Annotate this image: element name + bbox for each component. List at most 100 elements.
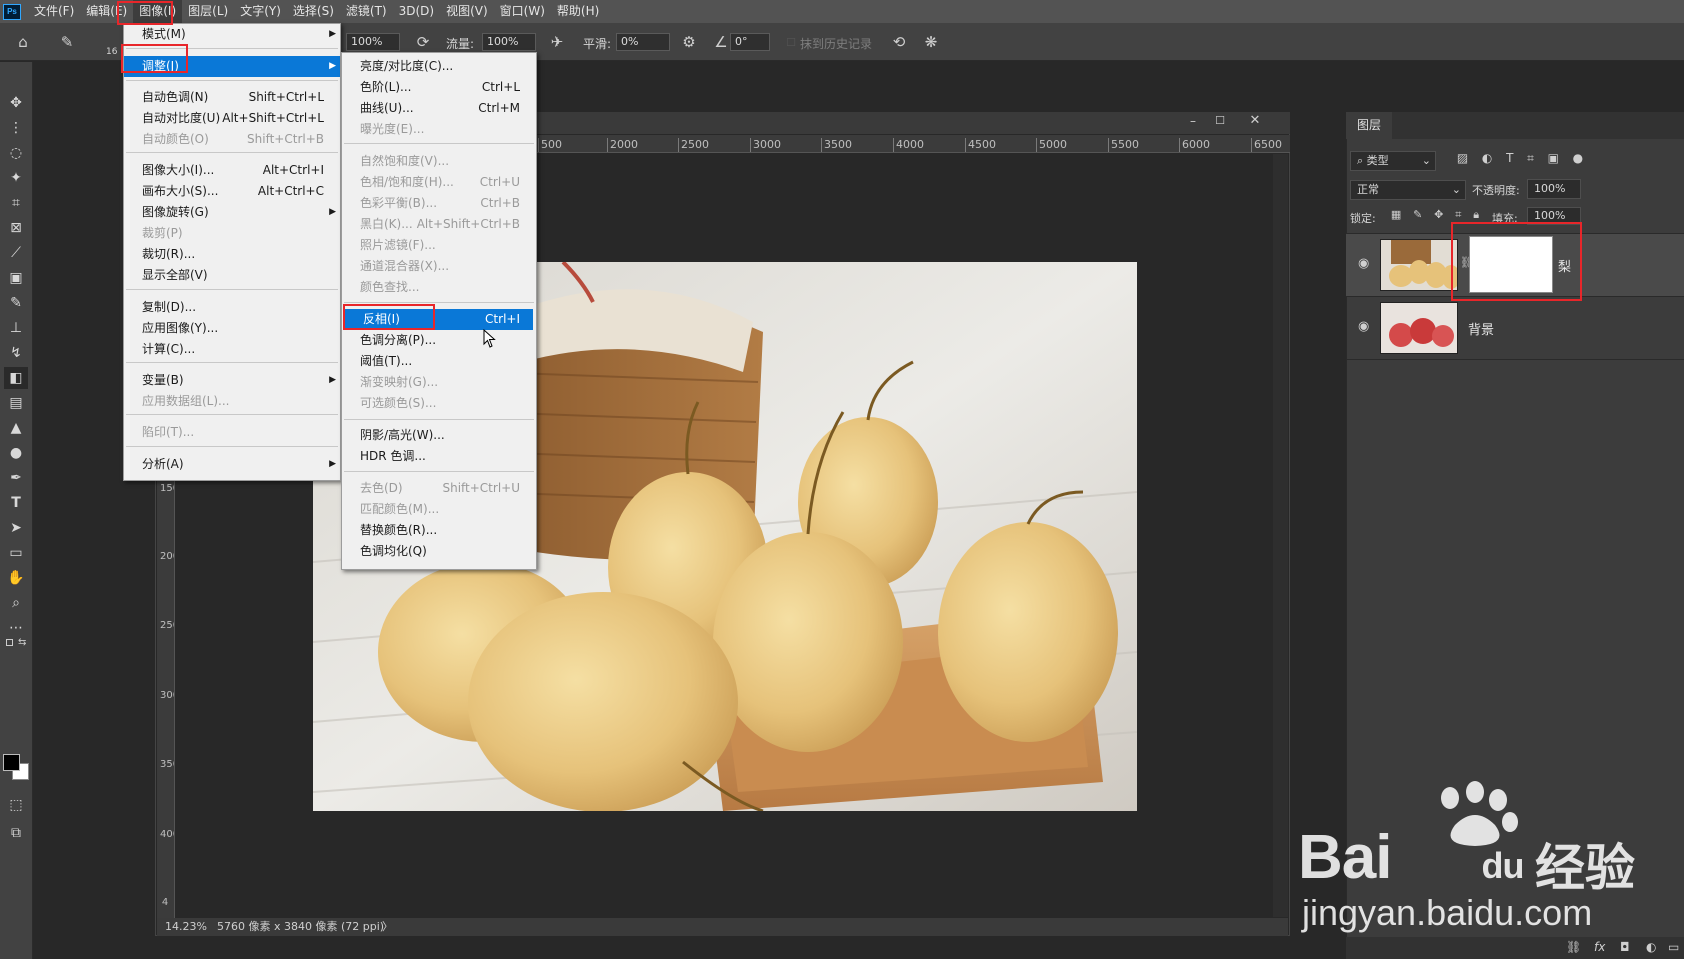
menu-item-calculations[interactable]: 计算(C)...	[124, 339, 340, 360]
crop-tool-icon[interactable]: ⌗	[4, 192, 28, 214]
hand-tool-icon[interactable]: ✋	[4, 567, 28, 589]
erase-history-checkbox[interactable]: ☐	[780, 31, 802, 53]
menu-item-channel-mixer[interactable]: 通道混合器(X)...	[342, 256, 536, 277]
move-tool-icon[interactable]: ✥	[4, 92, 28, 114]
angle-input[interactable]: 0°	[730, 33, 770, 51]
menu-item-hue-saturation[interactable]: 色相/饱和度(H)... Ctrl+U	[342, 172, 536, 193]
menu-item-trim[interactable]: 裁切(R)...	[124, 244, 340, 265]
menu-select[interactable]: 选择(S)	[287, 0, 340, 23]
foreground-color-swatch[interactable]	[3, 754, 20, 771]
menu-edit[interactable]: 编辑(E)	[80, 0, 133, 23]
healing-brush-icon[interactable]: ▣	[4, 267, 28, 289]
menu-item-curves[interactable]: 曲线(U)... Ctrl+M	[342, 98, 536, 119]
zoom-level[interactable]: 14.23%	[165, 918, 207, 936]
menu-item-equalize[interactable]: 色调均化(Q)	[342, 541, 536, 562]
layer-fill-input[interactable]: 100%	[1527, 207, 1581, 225]
menu-item-shadows-highlights[interactable]: 阴影/高光(W)...	[342, 425, 536, 446]
menu-item-image-size[interactable]: 图像大小(I)... Alt+Ctrl+I	[124, 160, 340, 181]
menu-filter[interactable]: 滤镜(T)	[340, 0, 393, 23]
link-layers-icon[interactable]: ⛓	[1566, 940, 1581, 954]
home-icon[interactable]: ⌂	[12, 31, 34, 53]
menu-item-mode[interactable]: 模式(M) ▶	[124, 24, 340, 45]
menu-3d[interactable]: 3D(D)	[393, 0, 440, 23]
swap-colors-icon[interactable]: ⇆	[18, 637, 26, 648]
zoom-tool-icon[interactable]: ⌕	[4, 592, 28, 614]
menu-help[interactable]: 帮助(H)	[551, 0, 605, 23]
adjustment-layer-icon[interactable]: ◐	[1646, 940, 1656, 954]
lock-all-icon[interactable]: 🔒︎	[1473, 208, 1479, 224]
flow-input[interactable]: 100%	[482, 33, 536, 51]
eraser-tool-icon[interactable]: ◧	[4, 367, 28, 389]
menu-item-image-rotation[interactable]: 图像旋转(G) ▶	[124, 202, 340, 223]
menu-item-vibrance[interactable]: 自然饱和度(V)...	[342, 151, 536, 172]
menu-item-crop[interactable]: 裁剪(P)	[124, 223, 340, 244]
menu-item-invert[interactable]: 反相(I) Ctrl+I	[345, 309, 533, 330]
quick-mask-icon[interactable]: ⬚	[4, 794, 28, 816]
vertical-scrollbar[interactable]	[1273, 154, 1288, 917]
menu-item-posterize[interactable]: 色调分离(P)...	[342, 330, 536, 351]
pen-tool-icon[interactable]: ✒	[4, 467, 28, 489]
menu-view[interactable]: 视图(V)	[440, 0, 494, 23]
menu-item-color-lookup[interactable]: 颜色查找...	[342, 277, 536, 298]
menu-image[interactable]: 图像(I)	[133, 0, 183, 23]
pressure-size-icon[interactable]: ⟲	[888, 31, 910, 53]
type-tool-icon[interactable]: T	[4, 492, 28, 514]
stamp-tool-icon[interactable]: ⊥	[4, 317, 28, 339]
lock-pixels-icon[interactable]: ✎	[1413, 208, 1422, 224]
layer-filter-select[interactable]: ⌕ 类型 ⌄	[1350, 151, 1436, 171]
dodge-tool-icon[interactable]: ●	[4, 442, 28, 464]
blend-mode-select[interactable]: 正常 ⌄	[1350, 180, 1466, 200]
menu-item-black-white[interactable]: 黑白(K)... Alt+Shift+Ctrl+B	[342, 214, 536, 235]
pressure-opacity-icon[interactable]: ⟳	[412, 31, 434, 53]
layer-mask-thumbnail[interactable]	[1469, 236, 1553, 293]
menu-item-selective-color[interactable]: 可选颜色(S)...	[342, 393, 536, 414]
menu-file[interactable]: 文件(F)	[28, 0, 80, 23]
layer-opacity-input[interactable]: 100%	[1527, 179, 1581, 199]
maximize-icon[interactable]: ☐	[1212, 114, 1228, 130]
fx-icon[interactable]: fx	[1594, 940, 1605, 954]
eraser-tool-icon[interactable]: ✎	[56, 31, 78, 53]
marquee-tool-icon[interactable]: ⋮	[4, 117, 28, 139]
menu-item-gradient-map[interactable]: 渐变映射(G)...	[342, 372, 536, 393]
magic-wand-icon[interactable]: ✦	[4, 167, 28, 189]
shape-tool-icon[interactable]: ▭	[4, 542, 28, 564]
menu-type[interactable]: 文字(Y)	[234, 0, 287, 23]
menu-item-reveal-all[interactable]: 显示全部(V)	[124, 265, 340, 286]
visibility-eye-icon[interactable]: ◉	[1358, 257, 1374, 270]
menu-item-hdr-toning[interactable]: HDR 色调...	[342, 446, 536, 467]
path-select-icon[interactable]: ➤	[4, 517, 28, 539]
symmetry-icon[interactable]: ❋	[920, 31, 942, 53]
shape-filter-icon[interactable]: ⌗	[1527, 151, 1534, 171]
menu-item-levels[interactable]: 色阶(L)... Ctrl+L	[342, 77, 536, 98]
brush-tool-icon[interactable]: ✎	[4, 292, 28, 314]
menu-item-replace-color[interactable]: 替换颜色(R)...	[342, 520, 536, 541]
adjustment-filter-icon[interactable]: ◐	[1482, 151, 1492, 171]
close-icon[interactable]: ✕	[1247, 113, 1263, 129]
menu-item-trap[interactable]: 陷印(T)...	[124, 422, 340, 443]
gear-icon[interactable]: ⚙	[678, 31, 700, 53]
pixel-filter-icon[interactable]: ▨	[1457, 151, 1468, 171]
menu-item-threshold[interactable]: 阈值(T)...	[342, 351, 536, 372]
type-filter-icon[interactable]: T	[1506, 151, 1513, 171]
status-arrow-icon[interactable]: 〉	[382, 918, 393, 936]
lock-position-icon[interactable]: ✥	[1434, 208, 1443, 224]
menu-item-analysis[interactable]: 分析(A) ▶	[124, 454, 340, 475]
menu-item-brightness-contrast[interactable]: 亮度/对比度(C)...	[342, 56, 536, 77]
gradient-tool-icon[interactable]: ▤	[4, 392, 28, 414]
layer-row-background[interactable]: ◉ 背景	[1346, 297, 1684, 359]
menu-layer[interactable]: 图层(L)	[182, 0, 234, 23]
more-tools-icon[interactable]: ⋯	[4, 617, 28, 639]
screen-mode-icon[interactable]: ⧉	[4, 822, 28, 844]
filter-toggle-icon[interactable]: ●	[1573, 151, 1583, 171]
lasso-tool-icon[interactable]: ◌	[4, 142, 28, 164]
eyedropper-icon[interactable]: ⟋	[4, 242, 28, 264]
menu-item-duplicate[interactable]: 复制(D)...	[124, 297, 340, 318]
menu-item-auto-contrast[interactable]: 自动对比度(U) Alt+Shift+Ctrl+L	[124, 108, 340, 129]
layer-name[interactable]: 梨	[1558, 256, 1571, 275]
new-group-icon[interactable]: ▭	[1668, 940, 1679, 954]
menu-item-apply-image[interactable]: 应用图像(Y)...	[124, 318, 340, 339]
layer-name[interactable]: 背景	[1468, 319, 1494, 338]
menu-item-match-color[interactable]: 匹配颜色(M)...	[342, 499, 536, 520]
menu-window[interactable]: 窗口(W)	[494, 0, 551, 23]
layer-row-pear[interactable]: ◉ ⛓ 梨	[1346, 234, 1684, 296]
